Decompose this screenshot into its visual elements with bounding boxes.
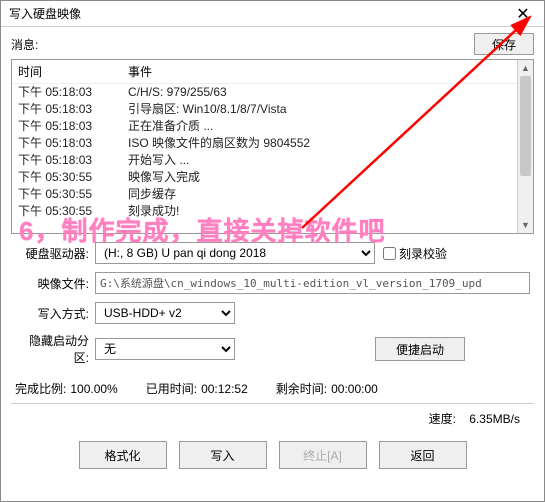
image-label: 映像文件: bbox=[15, 275, 95, 292]
log-row: 下午 05:30:55映像写入完成 bbox=[18, 169, 527, 186]
log-row: 下午 05:18:03引导扇区: Win10/8.1/8/7/Vista bbox=[18, 101, 527, 118]
percent-label: 完成比例: bbox=[15, 380, 66, 397]
scroll-up-icon[interactable]: ▲ bbox=[518, 60, 533, 76]
hide-boot-label: 隐藏启动分区: bbox=[15, 332, 95, 366]
drive-select[interactable]: (H:, 8 GB) U pan qi dong 2018 bbox=[95, 242, 375, 264]
write-mode-select[interactable]: USB-HDD+ v2 bbox=[95, 302, 235, 324]
save-button[interactable]: 保存 bbox=[474, 33, 534, 55]
write-mode-row: 写入方式: USB-HDD+ v2 bbox=[15, 302, 530, 324]
log-header-time: 时间 bbox=[18, 63, 128, 80]
log-row: 下午 05:18:03ISO 映像文件的扇区数为 9804552 bbox=[18, 135, 527, 152]
scroll-thumb[interactable] bbox=[520, 76, 531, 176]
dialog-window: 写入硬盘映像 ✕ 消息: 保存 时间 事件 下午 05:18:03C/H/S: … bbox=[0, 0, 545, 502]
titlebar: 写入硬盘映像 ✕ bbox=[1, 1, 544, 27]
elapsed-value: 00:12:52 bbox=[201, 382, 248, 396]
log-row: 下午 05:30:55同步缓存 bbox=[18, 186, 527, 203]
log-row: 下午 05:18:03开始写入 ... bbox=[18, 152, 527, 169]
verify-checkbox-wrap[interactable]: 刻录校验 bbox=[383, 245, 447, 262]
percent-value: 100.00% bbox=[70, 382, 117, 396]
log-row: 下午 05:18:03正在准备介质 ... bbox=[18, 118, 527, 135]
back-button[interactable]: 返回 bbox=[379, 441, 467, 469]
log-rows: 下午 05:18:03C/H/S: 979/255/63 下午 05:18:03… bbox=[12, 84, 533, 222]
quick-boot-button[interactable]: 便捷启动 bbox=[375, 337, 465, 361]
scroll-down-icon[interactable]: ▼ bbox=[518, 217, 533, 233]
verify-label: 刻录校验 bbox=[399, 245, 447, 262]
log-row: 下午 05:18:03C/H/S: 979/255/63 bbox=[18, 84, 527, 101]
write-mode-label: 写入方式: bbox=[15, 305, 95, 322]
elapsed-label: 已用时间: bbox=[146, 380, 197, 397]
write-button[interactable]: 写入 bbox=[179, 441, 267, 469]
verify-checkbox[interactable] bbox=[383, 247, 396, 260]
abort-button: 终止[A] bbox=[279, 441, 367, 469]
button-row: 格式化 写入 终止[A] 返回 bbox=[1, 427, 544, 469]
hide-boot-row: 隐藏启动分区: 无 便捷启动 bbox=[15, 332, 530, 366]
window-title: 写入硬盘映像 bbox=[1, 5, 502, 22]
speed-label: 速度: bbox=[429, 412, 456, 426]
image-path-input[interactable] bbox=[95, 272, 530, 294]
remain-label: 剩余时间: bbox=[276, 380, 327, 397]
log-header: 时间 事件 bbox=[12, 60, 533, 84]
drive-row: 硬盘驱动器: (H:, 8 GB) U pan qi dong 2018 刻录校… bbox=[15, 242, 530, 264]
progress-row: 完成比例: 100.00% 已用时间: 00:12:52 剩余时间: 00:00… bbox=[1, 374, 544, 403]
log-scrollbar[interactable]: ▲ ▼ bbox=[517, 60, 533, 233]
close-button[interactable]: ✕ bbox=[502, 2, 544, 26]
message-label: 消息: bbox=[11, 36, 474, 53]
remain-value: 00:00:00 bbox=[331, 382, 378, 396]
image-row: 映像文件: bbox=[15, 272, 530, 294]
log-panel: 时间 事件 下午 05:18:03C/H/S: 979/255/63 下午 05… bbox=[11, 59, 534, 234]
drive-label: 硬盘驱动器: bbox=[15, 245, 95, 262]
log-header-event: 事件 bbox=[128, 63, 152, 80]
message-row: 消息: 保存 bbox=[1, 27, 544, 59]
format-button[interactable]: 格式化 bbox=[79, 441, 167, 469]
speed-row: 速度: 6.35MB/s bbox=[1, 404, 544, 427]
log-row: 下午 05:30:55刻录成功! bbox=[18, 203, 527, 220]
speed-value: 6.35MB/s bbox=[469, 412, 520, 426]
hide-boot-select[interactable]: 无 bbox=[95, 338, 235, 360]
form-area: 硬盘驱动器: (H:, 8 GB) U pan qi dong 2018 刻录校… bbox=[1, 234, 544, 366]
